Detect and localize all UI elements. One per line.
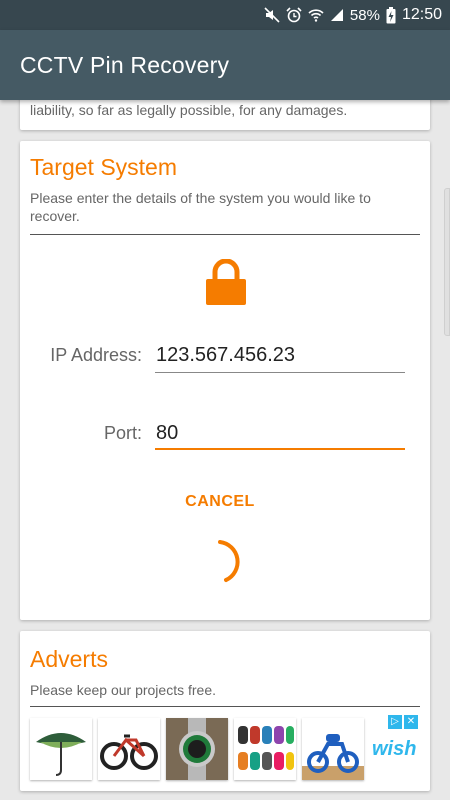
status-icons: 58% 12:50 bbox=[264, 5, 442, 25]
divider bbox=[30, 234, 420, 235]
battery-percent: 58% bbox=[349, 6, 380, 24]
scrollbar-thumb[interactable] bbox=[444, 188, 450, 336]
adverts-card: Adverts Please keep our projects free. ▷… bbox=[20, 631, 430, 791]
lock-icon bbox=[206, 259, 246, 305]
umbrella-icon[interactable] bbox=[30, 718, 92, 780]
clock: 12:50 bbox=[401, 6, 442, 23]
wish-logo[interactable]: wish bbox=[372, 738, 416, 761]
app-title: CCTV Pin Recovery bbox=[20, 52, 230, 78]
card-subtitle: Please enter the details of the system y… bbox=[30, 190, 371, 224]
adverts-title: Adverts bbox=[30, 646, 108, 672]
cancel-button[interactable]: CANCEL bbox=[175, 487, 265, 517]
target-system-card: Target System Please enter the details o… bbox=[20, 141, 430, 620]
alarm-icon bbox=[286, 7, 302, 23]
card-title: Target System bbox=[30, 154, 177, 180]
loading-spinner-icon bbox=[218, 540, 240, 582]
divider bbox=[30, 706, 420, 707]
battery-charging-icon bbox=[386, 6, 396, 23]
ip-address-input[interactable] bbox=[154, 341, 404, 369]
ad-choices-icon[interactable]: ▷ ✕ bbox=[388, 715, 418, 729]
status-bar: 58% 12:50 bbox=[0, 0, 450, 30]
port-underline bbox=[155, 448, 405, 450]
adverts-subtitle: Please keep our projects free. bbox=[30, 682, 216, 698]
port-label: Port: bbox=[103, 423, 142, 443]
disclaimer-text: liability, so far as legally possible, f… bbox=[30, 102, 348, 118]
watch-icon[interactable] bbox=[166, 718, 228, 780]
ip-address-underline bbox=[155, 372, 405, 373]
wifi-icon bbox=[308, 9, 324, 22]
ad-banner[interactable]: ▷ ✕ wish bbox=[30, 715, 428, 780]
port-input[interactable] bbox=[154, 419, 404, 447]
toy-bike-icon[interactable] bbox=[302, 718, 364, 780]
bracelets-icon[interactable] bbox=[234, 718, 296, 780]
mute-icon bbox=[264, 7, 280, 23]
ip-address-label: IP Address: bbox=[50, 345, 142, 365]
bicycle-icon[interactable] bbox=[98, 718, 160, 780]
signal-icon bbox=[330, 9, 343, 21]
app-bar: CCTV Pin Recovery bbox=[0, 30, 450, 100]
